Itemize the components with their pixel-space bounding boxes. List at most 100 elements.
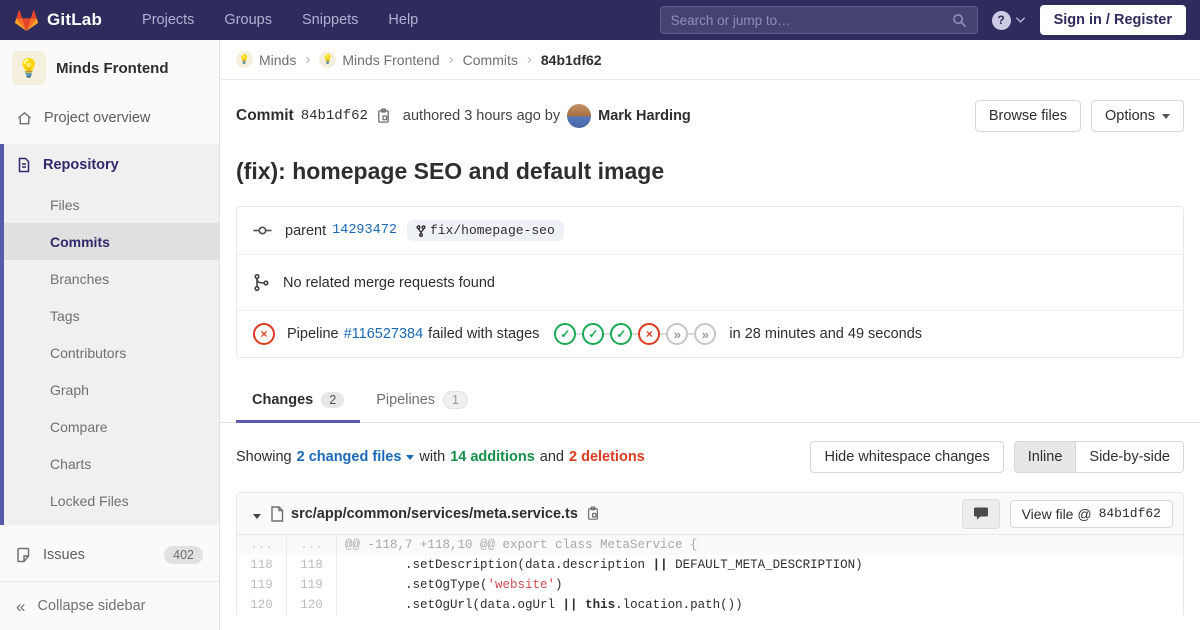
collapse-sidebar-button[interactable]: « Collapse sidebar: [0, 581, 219, 630]
nav-snippets[interactable]: Snippets: [302, 12, 358, 28]
new-line-number[interactable]: 118: [287, 555, 337, 575]
tab-pipelines[interactable]: Pipelines 1: [360, 378, 484, 423]
sidebar-item-graph[interactable]: Graph: [4, 371, 219, 408]
breadcrumb-separator: ›: [305, 51, 311, 68]
sidebar-item-charts[interactable]: Charts: [4, 445, 219, 482]
stage-skipped-icon[interactable]: »: [666, 323, 689, 345]
gitlab-logo[interactable]: GitLab: [14, 8, 102, 33]
commit-info-box: parent 14293472 fix/homepage-seo No rela…: [236, 206, 1184, 358]
sidebar-item-branches[interactable]: Branches: [4, 260, 219, 297]
pipeline-status-text: failed with stages: [428, 326, 540, 342]
project-avatar-small: 💡: [319, 51, 337, 68]
code-line: .setOgUrl(data.ogUrl || this.location.pa…: [345, 598, 743, 612]
new-line-number[interactable]: 120: [287, 595, 337, 615]
project-avatar: 💡: [12, 51, 46, 85]
breadcrumb-minds[interactable]: 💡 Minds: [236, 51, 296, 68]
stage-failed-icon[interactable]: ×: [638, 323, 661, 345]
stage-success-icon[interactable]: ✓: [582, 323, 605, 345]
view-file-button[interactable]: View file @ 84b1df62: [1009, 499, 1173, 528]
parent-label: parent: [285, 222, 327, 239]
help-icon[interactable]: ?: [991, 10, 1011, 30]
collapse-label: Collapse sidebar: [37, 598, 146, 614]
sidebar-item-issues[interactable]: Issues 402: [0, 533, 219, 577]
home-icon: [16, 110, 33, 127]
comment-bubble-icon: [973, 506, 989, 521]
search-icon[interactable]: [952, 13, 967, 28]
sidebar-item-repository[interactable]: Repository: [4, 144, 219, 186]
hide-whitespace-button[interactable]: Hide whitespace changes: [810, 441, 1004, 473]
options-dropdown-button[interactable]: Options: [1091, 100, 1184, 132]
pipelines-count-badge: 1: [443, 391, 468, 409]
breadcrumb-commits[interactable]: Commits: [463, 52, 518, 68]
nav-help[interactable]: Help: [388, 12, 418, 28]
old-line-number: ...: [237, 535, 287, 555]
copy-path-icon[interactable]: [586, 506, 600, 521]
sidebar-item-locked-files[interactable]: Locked Files: [4, 482, 219, 519]
nav-projects[interactable]: Projects: [142, 12, 194, 28]
sidebar-item-label: Project overview: [44, 110, 151, 126]
commit-title: (fix): homepage SEO and default image: [236, 158, 665, 184]
issues-count-badge: 402: [164, 546, 203, 564]
mr-status-text: No related merge requests found: [283, 274, 495, 291]
issues-icon: [16, 547, 32, 563]
pipeline-label: Pipeline: [287, 326, 339, 342]
old-line-number[interactable]: 120: [237, 595, 287, 615]
pipeline-duration: in 28 minutes and 49 seconds: [729, 326, 923, 342]
sidebar-item-compare[interactable]: Compare: [4, 408, 219, 445]
diff-file-path[interactable]: src/app/common/services/meta.service.ts: [291, 506, 578, 522]
commit-authored: authored 3 hours ago by Mark Harding: [403, 104, 691, 128]
pipeline-id-link[interactable]: #116527384: [344, 326, 424, 342]
parent-sha-link[interactable]: 14293472: [332, 223, 397, 238]
sidebar-item-tags[interactable]: Tags: [4, 297, 219, 334]
commit-header: Commit 84b1df62 authored 3 hours ago by …: [220, 80, 1200, 132]
old-line-number[interactable]: 119: [237, 575, 287, 595]
chevron-down-icon: [1015, 16, 1026, 24]
toggle-comments-button[interactable]: [961, 498, 1000, 529]
caret-down-icon: [1162, 113, 1170, 119]
deletions-count: 2 deletions: [569, 449, 645, 465]
code-line: .setDescription(data.description || DEFA…: [345, 558, 863, 572]
stage-success-icon[interactable]: ✓: [554, 323, 577, 345]
showing-label: Showing: [236, 449, 292, 465]
branch-icon: [416, 224, 426, 237]
changed-files-dropdown[interactable]: 2 changed files: [297, 449, 415, 465]
diff-view-toggle: Inline Side-by-side: [1013, 441, 1184, 473]
commit-label: Commit: [236, 107, 294, 124]
breadcrumb: 💡 Minds › 💡 Minds Frontend › Commits › 8…: [220, 40, 1200, 80]
branch-ref-badge[interactable]: fix/homepage-seo: [406, 220, 564, 241]
copy-sha-icon[interactable]: [376, 108, 391, 124]
new-line-number[interactable]: 119: [287, 575, 337, 595]
changes-count-badge: 2: [321, 392, 345, 408]
project-name: Minds Frontend: [56, 59, 169, 77]
tab-changes[interactable]: Changes 2: [236, 378, 361, 423]
sign-in-button[interactable]: Sign in / Register: [1039, 5, 1186, 35]
sidebar-item-contributors[interactable]: Contributors: [4, 334, 219, 371]
author-avatar[interactable]: [567, 104, 592, 128]
inline-view-button[interactable]: Inline: [1013, 441, 1077, 473]
file-icon: [270, 505, 284, 522]
breadcrumb-current-sha: 84b1df62: [540, 51, 602, 68]
global-search[interactable]: [659, 6, 978, 34]
browse-files-button[interactable]: Browse files: [974, 100, 1082, 132]
collapse-diff-caret[interactable]: [253, 506, 261, 522]
help-menu[interactable]: ?: [991, 10, 1026, 30]
search-input[interactable]: [670, 12, 952, 28]
stage-success-icon[interactable]: ✓: [610, 323, 633, 345]
stage-skipped-icon[interactable]: »: [694, 323, 717, 345]
sidebar-item-label: Repository: [43, 157, 119, 173]
sidebar-item-commits[interactable]: Commits: [4, 223, 219, 260]
additions-count: 14 additions: [450, 449, 535, 465]
sidebar-item-project-overview[interactable]: Project overview: [0, 98, 219, 138]
breadcrumb-minds-frontend[interactable]: 💡 Minds Frontend: [319, 51, 440, 68]
sidebar-item-files[interactable]: Files: [4, 186, 219, 223]
side-by-side-view-button[interactable]: Side-by-side: [1076, 441, 1184, 473]
new-line-number: ...: [287, 535, 337, 555]
project-context[interactable]: 💡 Minds Frontend: [0, 40, 219, 98]
diff-file-header: src/app/common/services/meta.service.ts: [237, 493, 1183, 535]
main-content: 💡 Minds › 💡 Minds Frontend › Commits › 8…: [220, 40, 1200, 615]
breadcrumb-separator: ›: [448, 51, 454, 68]
sidebar-section-repository: Repository Files Commits Branches Tags C…: [0, 144, 219, 525]
author-name-link[interactable]: Mark Harding: [598, 108, 691, 124]
old-line-number[interactable]: 118: [237, 555, 287, 575]
nav-groups[interactable]: Groups: [224, 12, 272, 28]
